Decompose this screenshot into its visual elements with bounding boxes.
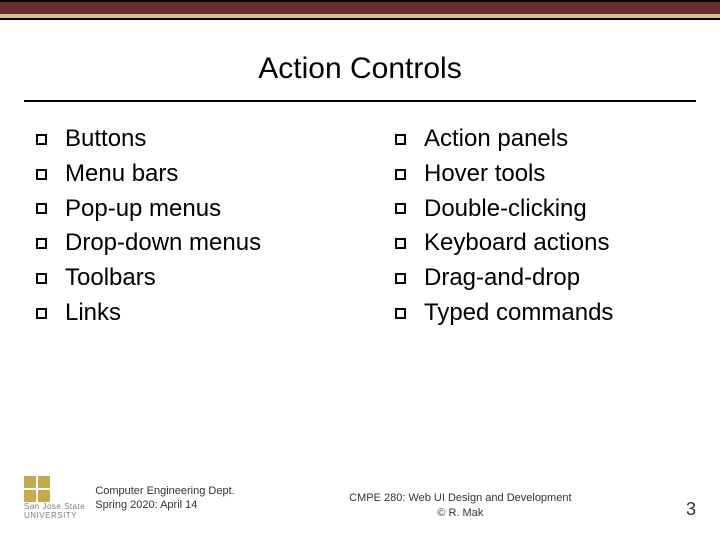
square-bullet-icon	[36, 308, 47, 319]
list-item: Pop-up menus	[36, 192, 325, 227]
footer-center: CMPE 280: Web UI Design and Development …	[349, 491, 571, 520]
square-bullet-icon	[395, 203, 406, 214]
list-item-label: Pop-up menus	[65, 192, 221, 227]
list-item: Action panels	[395, 122, 684, 157]
square-bullet-icon	[36, 134, 47, 145]
square-bullet-icon	[395, 238, 406, 249]
list-item: Hover tools	[395, 157, 684, 192]
left-column: Buttons Menu bars Pop-up menus Drop-down…	[36, 122, 325, 331]
footer-uni-name: San Jose State	[24, 502, 85, 511]
list-item: Menu bars	[36, 157, 325, 192]
left-list: Buttons Menu bars Pop-up menus Drop-down…	[36, 122, 325, 331]
list-item: Links	[36, 296, 325, 331]
footer-course-line1: CMPE 280: Web UI Design and Development	[349, 491, 571, 505]
square-bullet-icon	[36, 273, 47, 284]
list-item-label: Toolbars	[65, 261, 156, 296]
right-column: Action panels Hover tools Double-clickin…	[395, 122, 684, 331]
footer-logo-block: San Jose State UNIVERSITY	[24, 476, 85, 520]
footer-dept: Computer Engineering Dept. Spring 2020: …	[95, 484, 234, 513]
list-item-label: Double-clicking	[424, 192, 587, 227]
list-item-label: Drag-and-drop	[424, 261, 580, 296]
list-item: Keyboard actions	[395, 226, 684, 261]
square-bullet-icon	[395, 308, 406, 319]
footer-dept-line1: Computer Engineering Dept.	[95, 484, 234, 498]
page-number: 3	[686, 499, 696, 520]
list-item-label: Typed commands	[424, 296, 613, 331]
rule-dark-2	[0, 18, 720, 20]
list-item: Drop-down menus	[36, 226, 325, 261]
sjsu-logo-icon	[24, 476, 50, 502]
list-item-label: Action panels	[424, 122, 568, 157]
square-bullet-icon	[36, 169, 47, 180]
square-bullet-icon	[395, 273, 406, 284]
list-item: Double-clicking	[395, 192, 684, 227]
top-border	[0, 0, 720, 20]
list-item-label: Drop-down menus	[65, 226, 261, 261]
page-title: Action Controls	[0, 52, 720, 86]
list-item: Typed commands	[395, 296, 684, 331]
footer-course-line2: © R. Mak	[349, 506, 571, 520]
slide: Action Controls Buttons Menu bars Pop-up…	[0, 0, 720, 540]
list-item-label: Keyboard actions	[424, 226, 609, 261]
list-item-label: Links	[65, 296, 121, 331]
square-bullet-icon	[36, 203, 47, 214]
footer-dept-line2: Spring 2020: April 14	[95, 498, 234, 512]
rule-maroon	[0, 2, 720, 14]
right-list: Action panels Hover tools Double-clickin…	[395, 122, 684, 331]
list-item: Drag-and-drop	[395, 261, 684, 296]
list-item: Buttons	[36, 122, 325, 157]
square-bullet-icon	[395, 134, 406, 145]
slide-footer: San Jose State UNIVERSITY Computer Engin…	[24, 476, 696, 520]
content-body: Buttons Menu bars Pop-up menus Drop-down…	[36, 122, 684, 331]
footer-uni-sub: UNIVERSITY	[24, 511, 85, 520]
list-item-label: Buttons	[65, 122, 146, 157]
footer-left: San Jose State UNIVERSITY Computer Engin…	[24, 476, 235, 520]
list-item-label: Menu bars	[65, 157, 178, 192]
square-bullet-icon	[395, 169, 406, 180]
list-item: Toolbars	[36, 261, 325, 296]
square-bullet-icon	[36, 238, 47, 249]
list-item-label: Hover tools	[424, 157, 545, 192]
title-underline	[24, 100, 696, 102]
